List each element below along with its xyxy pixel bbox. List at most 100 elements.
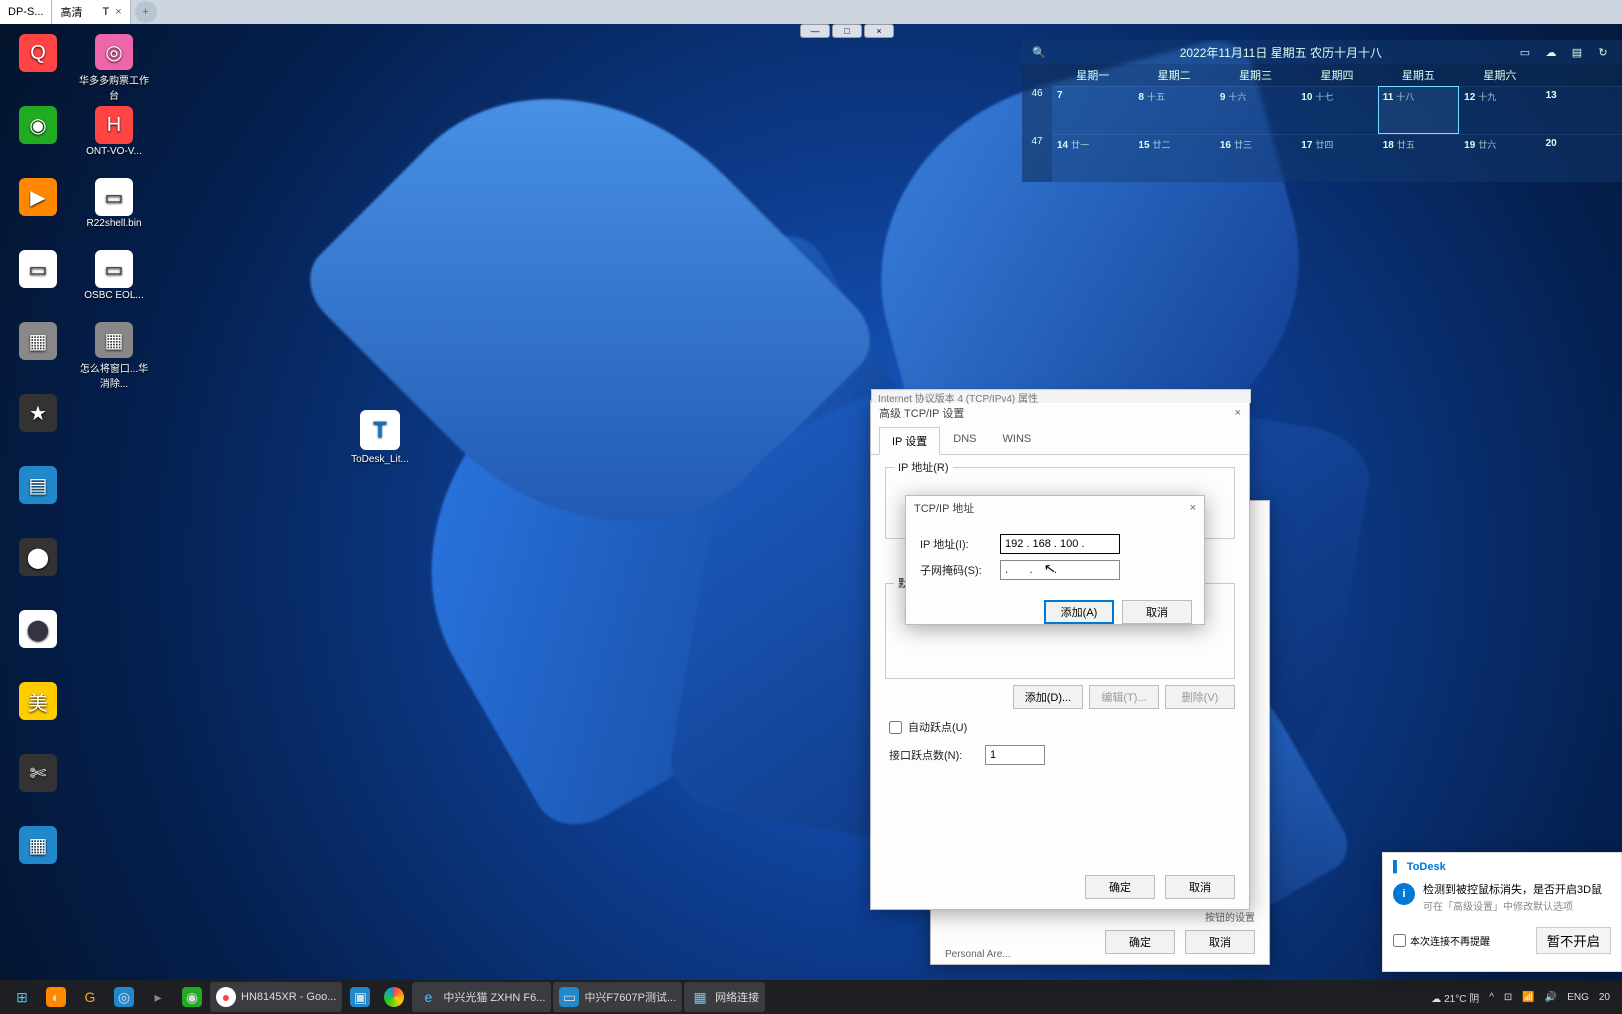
calendar-day[interactable]: 7 [1052, 86, 1133, 134]
calendar-widget: 🔍 2022年11月11日 星期五 农历十月十八 ▭ ☁ ▤ ↻ 星期一 星期二… [1022, 40, 1622, 182]
desktop-icon[interactable]: ▭ [0, 246, 76, 318]
cancel-button[interactable]: 取消 [1165, 875, 1235, 899]
taskbar-icon[interactable]: ◐ [40, 982, 72, 1012]
taskbar-icon[interactable] [378, 982, 410, 1012]
weather-widget[interactable]: ☁ 21°C 阴 [1431, 990, 1479, 1005]
taskbar-icon[interactable]: G [74, 982, 106, 1012]
new-tab-button[interactable]: + [135, 1, 157, 23]
windows-icon: ⊞ [12, 987, 32, 1007]
todesk-icon: T [360, 410, 400, 450]
desktop-icon-todesk[interactable]: T ToDesk_Lit... [340, 410, 420, 465]
calendar-day-today[interactable]: 11十八 [1378, 86, 1459, 134]
taskbar-item[interactable]: ▭中兴F7607P测试... [553, 982, 682, 1012]
browser-tab[interactable]: DP-S... [0, 0, 52, 24]
wifi-icon[interactable]: 📶 [1522, 992, 1534, 1003]
desktop-icon[interactable]: ▦ [0, 822, 76, 894]
volume-icon[interactable]: 🔊 [1545, 992, 1557, 1003]
taskbar-item[interactable]: e中兴光猫 ZXHN F6... [412, 982, 551, 1012]
tab-dns[interactable]: DNS [940, 427, 989, 454]
close-button[interactable]: × [864, 24, 894, 38]
taskbar-item[interactable]: ▦网络连接 [684, 982, 765, 1012]
calendar-day[interactable]: 19廿六 [1459, 134, 1540, 182]
desktop-icon[interactable]: ▤ [0, 462, 76, 534]
dont-remind-checkbox[interactable] [1393, 934, 1406, 947]
desktop-icon[interactable]: 美 [0, 678, 76, 750]
refresh-icon[interactable]: ↻ [1594, 46, 1612, 59]
taskbar-icon[interactable]: ◎ [108, 982, 140, 1012]
desktop-icon[interactable]: ▭OSBC EOL... [76, 246, 152, 318]
add-button[interactable]: 添加(A) [1044, 600, 1114, 624]
desktop-icon[interactable]: ▦ [0, 318, 76, 390]
calendar-day[interactable]: 9十六 [1215, 86, 1296, 134]
close-icon[interactable]: × [115, 6, 121, 18]
edit-button[interactable]: 编辑(T)... [1089, 685, 1159, 709]
calendar-day[interactable]: 14廿一 [1052, 134, 1133, 182]
browser-tab-strip: DP-S... 高清 T × + [0, 0, 1622, 24]
cloud-icon[interactable]: ☁ [1542, 46, 1560, 59]
desktop-icon[interactable]: ▶ [0, 174, 76, 246]
todesk-icon: ▌ [1393, 861, 1401, 873]
calendar-day[interactable]: 20 [1541, 134, 1622, 182]
search-icon[interactable]: 🔍 [1032, 46, 1046, 59]
tcpip-address-dialog: TCP/IP 地址 × IP 地址(I): 子网掩码(S): 添加(A) 取消 [905, 495, 1205, 625]
desktop-icon[interactable]: HONT-VO-V... [76, 102, 152, 174]
delete-button[interactable]: 删除(V) [1165, 685, 1235, 709]
ip-address-input[interactable] [1000, 534, 1120, 554]
taskbar-icon[interactable]: ◉ [176, 982, 208, 1012]
desktop-icon[interactable]: ★ [0, 390, 76, 462]
ok-button[interactable]: 确定 [1105, 930, 1175, 954]
auto-metric-checkbox[interactable] [889, 721, 902, 734]
tab-strip: IP 设置 DNS WINS [871, 427, 1249, 455]
close-icon[interactable]: × [1190, 502, 1196, 514]
desktop-icons: Q ◉ ▶ ▭ ▦ ★ ▤ ⬤ ⬤ 美 ✄ ▦ ◎华多多购票工作台 HONT-V… [0, 30, 152, 810]
language-indicator[interactable]: ENG [1567, 992, 1589, 1003]
calendar-day[interactable]: 13 [1541, 86, 1622, 134]
advanced-tcpip-dialog: Internet 协议版本 4 (TCP/IPv4) 属性 高级 TCP/IP … [870, 400, 1250, 910]
system-tray: ☁ 21°C 阴 ^ ⊡ 📶 🔊 ENG 20 [1431, 990, 1616, 1005]
minimize-button[interactable]: — [800, 24, 830, 38]
calendar-day[interactable]: 16廿三 [1215, 134, 1296, 182]
tab-ip-settings[interactable]: IP 设置 [879, 427, 940, 455]
desktop-icon[interactable]: ⬤ [0, 534, 76, 606]
calendar-day[interactable]: 18廿五 [1378, 134, 1459, 182]
desktop-icon[interactable]: ◎华多多购票工作台 [76, 30, 152, 102]
todesk-notification: ▌ ToDesk i 检测到被控鼠标消失，是否开启3D鼠 可在「高级设置」中修改… [1382, 852, 1622, 972]
subnet-mask-input[interactable] [1000, 560, 1120, 580]
desktop-icon[interactable]: ✄ [0, 750, 76, 822]
taskbar-icon[interactable]: ▣ [344, 982, 376, 1012]
calendar-day[interactable]: 8十五 [1133, 86, 1214, 134]
calendar-grid: 星期一 星期二 星期三 星期四 星期五 星期六 46 7 8十五 9十六 10十… [1022, 64, 1622, 182]
desktop-icon[interactable]: ▦怎么将窗口...华消除... [76, 318, 152, 390]
calendar-title: 2022年11月11日 星期五 农历十月十八 [1054, 44, 1508, 61]
cancel-button[interactable]: 取消 [1185, 930, 1255, 954]
metric-input[interactable] [985, 745, 1045, 765]
calendar-day[interactable]: 10十七 [1296, 86, 1377, 134]
tray-chevron-icon[interactable]: ^ [1489, 992, 1494, 1003]
desktop-icon[interactable]: ▭R22shell.bin [76, 174, 152, 246]
dialog-titlebar[interactable]: TCP/IP 地址 × [906, 496, 1204, 520]
maximize-button[interactable]: □ [832, 24, 862, 38]
tab-wins[interactable]: WINS [990, 427, 1045, 454]
list-icon[interactable]: ▤ [1568, 46, 1586, 59]
calendar-day[interactable]: 17廿四 [1296, 134, 1377, 182]
parent-dialog-title: Internet 协议版本 4 (TCP/IPv4) 属性 [871, 389, 1251, 403]
desktop-icon[interactable]: Q [0, 30, 76, 102]
start-button[interactable]: ⊞ [6, 982, 38, 1012]
cancel-button[interactable]: 取消 [1122, 600, 1192, 624]
close-icon[interactable]: × [1235, 407, 1241, 419]
taskbar: ⊞ ◐ G ◎ ▸ ◉ ●HN8145XR - Goo... ▣ e中兴光猫 Z… [0, 980, 1622, 1014]
add-button[interactable]: 添加(D)... [1013, 685, 1083, 709]
desktop-icon[interactable]: ⬤ [0, 606, 76, 678]
tray-icon[interactable]: ⊡ [1504, 992, 1512, 1003]
clock[interactable]: 20 [1599, 992, 1610, 1003]
taskbar-icon[interactable]: ▸ [142, 982, 174, 1012]
desktop-icon[interactable]: ◉ [0, 102, 76, 174]
device-icon[interactable]: ▭ [1516, 46, 1534, 59]
not-now-button[interactable]: 暂不开启 [1536, 927, 1611, 954]
taskbar-item[interactable]: ●HN8145XR - Goo... [210, 982, 342, 1012]
browser-tab-active[interactable]: 高清 T × [52, 0, 130, 24]
tab-label: DP-S... [8, 6, 43, 18]
calendar-day[interactable]: 12十九 [1459, 86, 1540, 134]
calendar-day[interactable]: 15廿二 [1133, 134, 1214, 182]
ok-button[interactable]: 确定 [1085, 875, 1155, 899]
